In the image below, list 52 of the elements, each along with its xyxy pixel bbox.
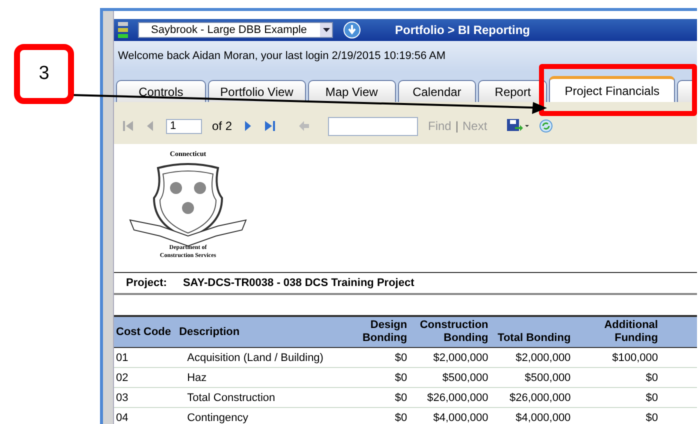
column-header: Additional Funding <box>572 316 660 348</box>
table-cell: $4,000,000 <box>490 408 573 424</box>
table-cell: $26,000,000 <box>409 388 490 408</box>
column-header: Cost Code <box>114 316 178 348</box>
separator: | <box>455 119 458 133</box>
tab[interactable]: Map View <box>308 80 396 102</box>
page-field[interactable]: 1 <box>166 118 202 134</box>
project-label: Project: <box>126 277 167 289</box>
table-cell: $100,000 <box>572 348 660 368</box>
refresh-icon[interactable] <box>539 119 554 133</box>
tab[interactable]: Controls <box>116 80 206 102</box>
table-cell: $0 <box>572 368 660 388</box>
project-dropdown[interactable]: Saybrook - Large DBB Example <box>138 22 333 38</box>
column-header: Construction Bonding <box>409 316 490 348</box>
table-cell: $0 <box>572 388 660 408</box>
breadcrumb: Portfolio > BI Reporting <box>395 23 530 37</box>
step-number: 3 <box>14 44 74 104</box>
table-cell: $26,000,000 <box>490 388 573 408</box>
column-header: Total Bonding <box>490 316 573 348</box>
table-cell: Total Construction <box>177 388 341 408</box>
table-cell: $0 <box>340 368 410 388</box>
table-cell: $2,000,000 <box>490 348 573 368</box>
search-field[interactable] <box>328 116 418 136</box>
last-page-icon[interactable] <box>264 120 276 132</box>
table-cell: $0 <box>340 408 410 424</box>
project-name: SAY-DCS-TR0038 - 038 DCS Training Project <box>182 277 414 289</box>
table-cell: $0 <box>340 348 410 368</box>
column-header: Design Bonding <box>340 316 410 348</box>
table-cell: $0 <box>340 388 410 408</box>
save-icon[interactable] <box>507 119 530 133</box>
table-cell: $500,000 <box>409 368 490 388</box>
table-cell: $2,000,000 <box>409 348 490 368</box>
table-cell: $4,000,000 <box>409 408 490 424</box>
table-cell: Contingency <box>177 408 341 424</box>
column-header: Description <box>177 316 341 348</box>
app-icon <box>118 21 128 39</box>
table-cell: 03 <box>114 388 178 408</box>
table-cell: Acquisition (Land / Building) <box>177 348 341 368</box>
table-cell: $0 <box>572 408 660 424</box>
tab[interactable]: Report <box>478 80 548 102</box>
tab[interactable]: Calendar <box>398 80 476 102</box>
table-cell: Haz <box>177 368 341 388</box>
tab[interactable]: Portfolio View <box>208 80 306 102</box>
page-count: of 2 <box>212 119 232 133</box>
caret-icon <box>322 28 330 32</box>
download-icon[interactable] <box>343 21 361 39</box>
table-cell: 01 <box>114 348 178 368</box>
welcome-message: Welcome back Aidan Moran, your last login 2/19/2015 10:19:56 AM <box>118 50 446 62</box>
table-cell: 02 <box>114 368 178 388</box>
tab[interactable]: Project Financials <box>549 76 676 102</box>
table-cell: 04 <box>114 408 178 424</box>
table-cell: $500,000 <box>490 368 573 388</box>
